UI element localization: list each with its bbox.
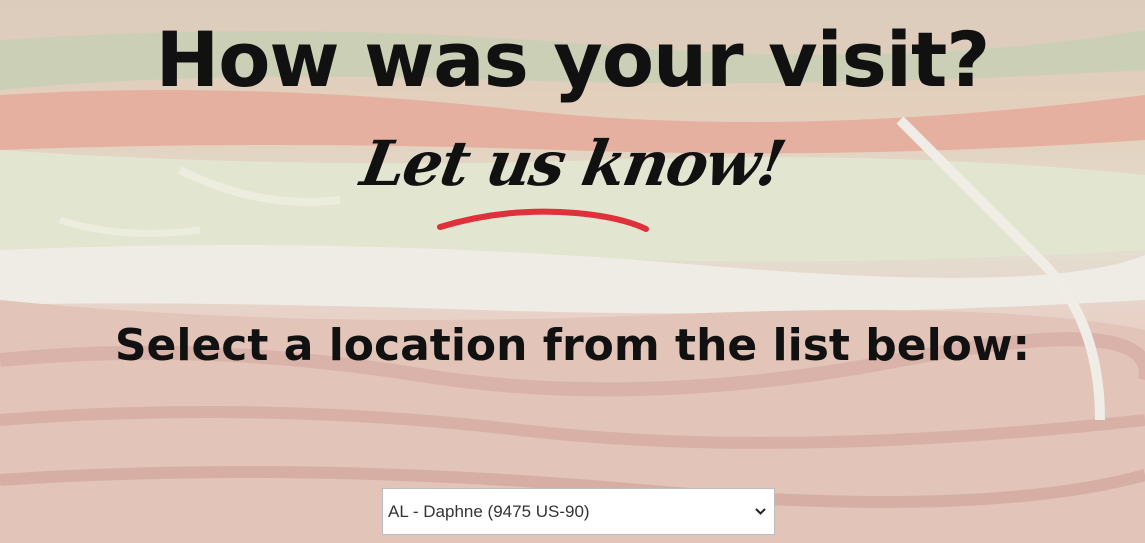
chevron-down-icon [754,506,766,518]
location-prompt: Select a location from the list below: [114,320,1031,371]
location-select-value: AL - Daphne (9475 US-90) [388,501,590,521]
location-select[interactable]: AL - Daphne (9475 US-90) [382,488,775,535]
brush-underline [436,205,651,238]
page-title: How was your visit? [155,15,991,104]
let-us-know-tagline: Let us know! [355,127,790,200]
